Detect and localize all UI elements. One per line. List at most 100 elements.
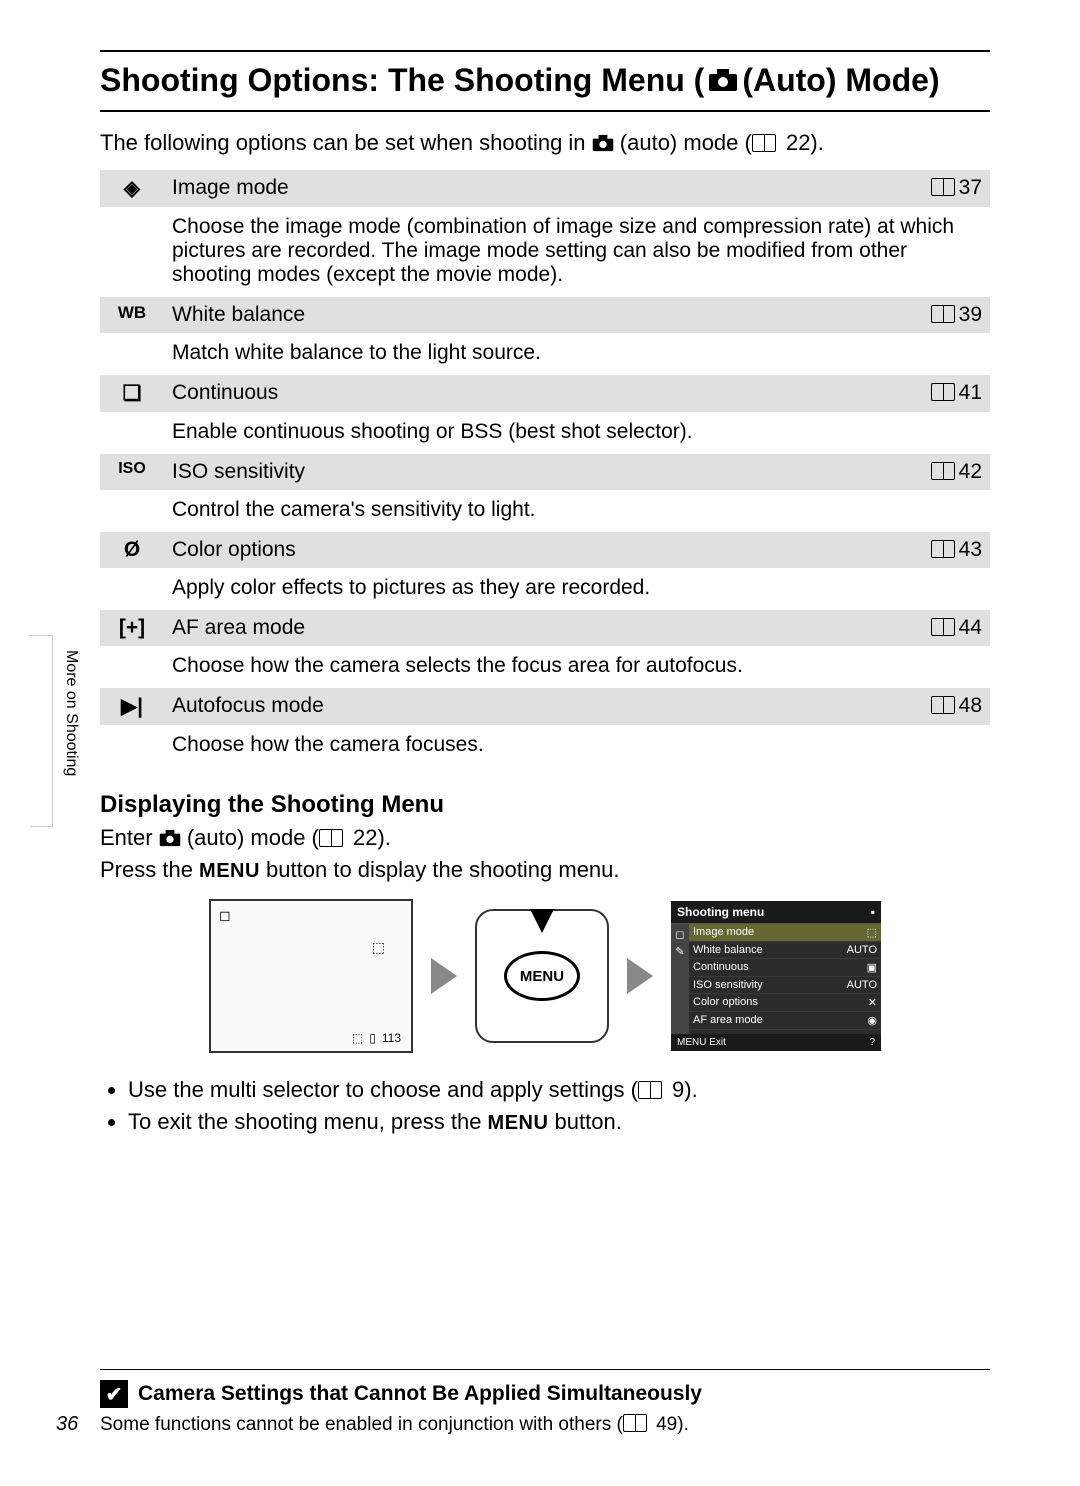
book-icon bbox=[752, 134, 776, 152]
arrow-right-icon bbox=[431, 958, 457, 994]
list-item: To exit the shooting menu, press the MEN… bbox=[128, 1109, 990, 1135]
option-label: Autofocus mode bbox=[164, 688, 874, 725]
option-desc: Choose how the camera focuses. bbox=[164, 725, 990, 767]
book-icon bbox=[623, 1414, 647, 1432]
table-row: ▶| Autofocus mode 48 bbox=[100, 688, 990, 725]
menu-label: MENU bbox=[199, 860, 260, 882]
option-page-ref: 37 bbox=[874, 170, 990, 207]
camera-icon bbox=[592, 134, 614, 152]
list-item: ISO sensitivityAUTO bbox=[689, 977, 881, 994]
camera-icon bbox=[159, 829, 181, 847]
title-post: (Auto) Mode) bbox=[742, 60, 939, 100]
option-label: Color options bbox=[164, 532, 874, 568]
menu-sidebar: ◻✎ bbox=[671, 924, 689, 1034]
camera-screen-before: ◻ ⬚ ⬚ ▯ 113 bbox=[209, 899, 413, 1053]
menu-corner-icon: ▪ bbox=[871, 905, 875, 919]
bullet-list: Use the multi selector to choose and app… bbox=[100, 1077, 990, 1135]
option-icon: [+] bbox=[100, 610, 164, 646]
option-icon: ▶| bbox=[100, 688, 164, 725]
table-row: WB White balance 39 bbox=[100, 297, 990, 333]
note-box: ✔ Camera Settings that Cannot Be Applied… bbox=[100, 1369, 990, 1436]
table-row: [+] AF area mode 44 bbox=[100, 610, 990, 646]
arrow-down-icon bbox=[530, 909, 554, 933]
shots-remaining: 113 bbox=[382, 1031, 401, 1045]
option-page-ref: 41 bbox=[874, 375, 990, 412]
option-desc: Enable continuous shooting or BSS (best … bbox=[164, 412, 990, 454]
book-icon bbox=[931, 462, 955, 480]
list-item: Continuous▣ bbox=[689, 959, 881, 977]
option-label: Image mode bbox=[164, 170, 874, 207]
intro-text: The following options can be set when sh… bbox=[100, 130, 990, 156]
camera-screen-menu: Shooting menu ▪ ◻✎ Image mode⬚ White bala… bbox=[671, 901, 881, 1051]
book-icon bbox=[931, 178, 955, 196]
menu-button: MENU bbox=[504, 951, 580, 1001]
book-icon bbox=[319, 829, 343, 847]
option-icon: WB bbox=[100, 297, 164, 333]
list-item: Image mode⬚ bbox=[689, 924, 881, 942]
camera-icon bbox=[708, 68, 738, 92]
menu-title: Shooting menu bbox=[677, 905, 764, 919]
option-desc: Apply color effects to pictures as they … bbox=[164, 568, 990, 610]
table-row: Ø Color options 43 bbox=[100, 532, 990, 568]
menu-button-illustration: MENU bbox=[475, 909, 609, 1043]
option-page-ref: 43 bbox=[874, 532, 990, 568]
option-label: AF area mode bbox=[164, 610, 874, 646]
section-heading: Displaying the Shooting Menu bbox=[100, 791, 990, 819]
option-page-ref: 48 bbox=[874, 688, 990, 725]
table-row: Control the camera's sensitivity to ligh… bbox=[100, 490, 990, 532]
options-table: ◈ Image mode 37 Choose the image mode (c… bbox=[100, 170, 990, 767]
table-row: Choose how the camera focuses. bbox=[100, 725, 990, 767]
book-icon bbox=[931, 540, 955, 558]
side-tab bbox=[30, 635, 53, 827]
table-row: ❏ Continuous 41 bbox=[100, 375, 990, 412]
quality-icon: ⬚ bbox=[352, 1031, 363, 1045]
book-icon bbox=[931, 618, 955, 636]
option-page-ref: 42 bbox=[874, 454, 990, 490]
note-heading: Camera Settings that Cannot Be Applied S… bbox=[138, 1382, 702, 1406]
option-desc: Control the camera's sensitivity to ligh… bbox=[164, 490, 990, 532]
list-item: AF area mode◉ bbox=[689, 1012, 881, 1030]
menu-footer-left: MENU Exit bbox=[677, 1037, 726, 1048]
option-desc: Choose the image mode (combination of im… bbox=[164, 207, 990, 297]
memory-icon: ▯ bbox=[369, 1031, 376, 1045]
menu-label: MENU bbox=[488, 1112, 549, 1134]
option-label: White balance bbox=[164, 297, 874, 333]
table-row: Enable continuous shooting or BSS (best … bbox=[100, 412, 990, 454]
option-desc: Match white balance to the light source. bbox=[164, 333, 990, 375]
mode-icon: ⬚ bbox=[372, 939, 385, 956]
option-icon: ❏ bbox=[100, 375, 164, 412]
table-row: Match white balance to the light source. bbox=[100, 333, 990, 375]
body-line-1: Enter (auto) mode ( 22). bbox=[100, 825, 990, 851]
list-item: Use the multi selector to choose and app… bbox=[128, 1077, 990, 1103]
book-icon bbox=[931, 305, 955, 323]
menu-list: Image mode⬚ White balanceAUTO Continuous… bbox=[689, 924, 881, 1034]
list-item: White balanceAUTO bbox=[689, 942, 881, 959]
help-icon: ? bbox=[869, 1037, 875, 1048]
camera-icon: ◻ bbox=[219, 907, 231, 924]
table-row: ISO ISO sensitivity 42 bbox=[100, 454, 990, 490]
arrow-right-icon bbox=[627, 958, 653, 994]
table-row: Choose the image mode (combination of im… bbox=[100, 207, 990, 297]
diagram: ◻ ⬚ ⬚ ▯ 113 MENU Shooting menu ▪ ◻✎ Image… bbox=[100, 899, 990, 1053]
list-item: Color options✕ bbox=[689, 994, 881, 1012]
table-row: ◈ Image mode 37 bbox=[100, 170, 990, 207]
table-row: Choose how the camera selects the focus … bbox=[100, 646, 990, 688]
option-icon: ISO bbox=[100, 454, 164, 490]
note-body: Some functions cannot be enabled in conj… bbox=[100, 1414, 990, 1436]
option-page-ref: 44 bbox=[874, 610, 990, 646]
option-icon: Ø bbox=[100, 532, 164, 568]
option-page-ref: 39 bbox=[874, 297, 990, 333]
check-icon: ✔ bbox=[100, 1380, 128, 1408]
page-title: Shooting Options: The Shooting Menu ( (A… bbox=[100, 60, 990, 100]
title-pre: Shooting Options: The Shooting Menu ( bbox=[100, 60, 704, 100]
book-icon bbox=[931, 383, 955, 401]
section-side-label: More on Shooting bbox=[62, 650, 80, 776]
book-icon bbox=[931, 696, 955, 714]
option-label: Continuous bbox=[164, 375, 874, 412]
table-row: Apply color effects to pictures as they … bbox=[100, 568, 990, 610]
option-icon: ◈ bbox=[100, 170, 164, 207]
body-line-2: Press the MENU button to display the sho… bbox=[100, 857, 990, 883]
option-desc: Choose how the camera selects the focus … bbox=[164, 646, 990, 688]
page-number: 36 bbox=[56, 1413, 78, 1436]
book-icon bbox=[638, 1081, 662, 1099]
